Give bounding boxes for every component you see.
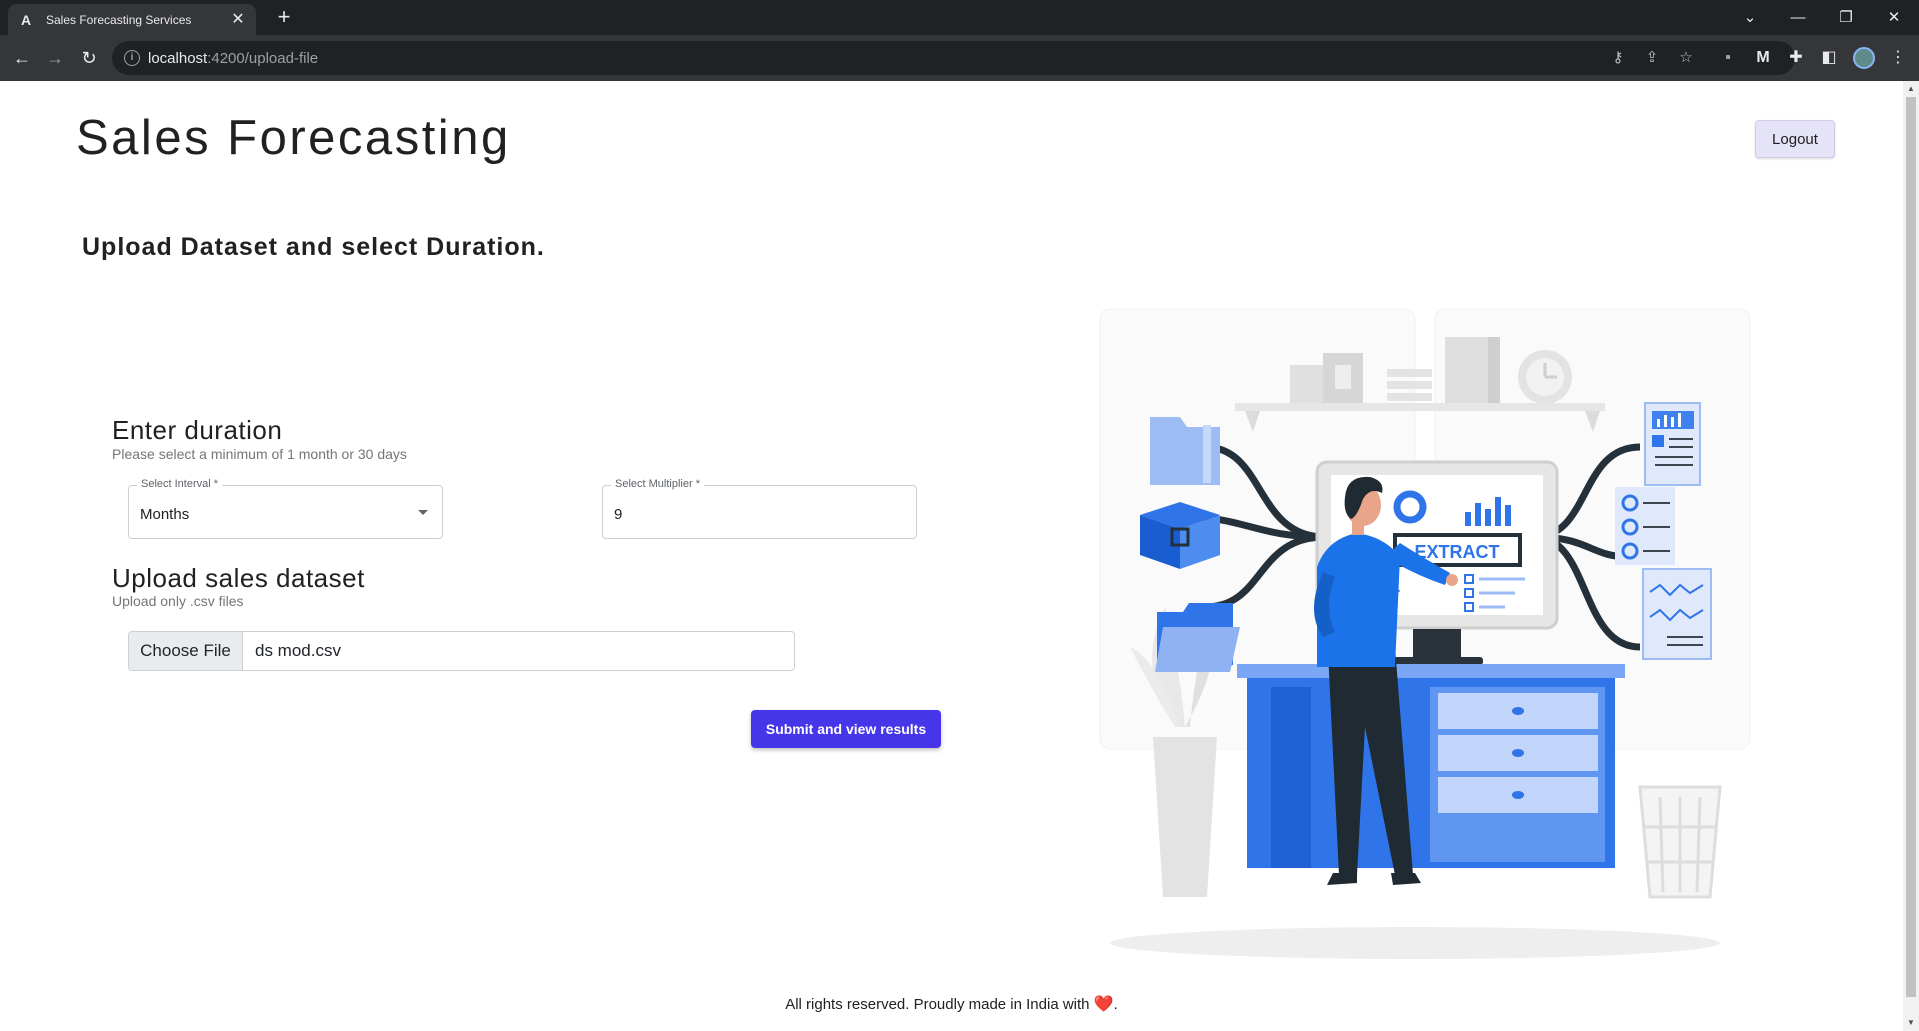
dropdown-arrow-icon <box>418 510 428 515</box>
reload-icon[interactable]: ↻ <box>76 45 102 71</box>
logout-button[interactable]: Logout <box>1755 120 1835 158</box>
page-scrollbar[interactable]: ▲ ▼ <box>1903 81 1919 1031</box>
close-tab-icon[interactable]: ✕ <box>230 11 246 28</box>
browser-toolbar: ← → ↻ i localhost:4200/upload-file ⚷ ⇪ ☆… <box>0 35 1919 81</box>
url-text: localhost:4200/upload-file <box>148 50 319 67</box>
extract-label: EXTRACT <box>1415 542 1500 562</box>
key-icon[interactable]: ⚷ <box>1607 47 1629 69</box>
minimize-icon[interactable]: — <box>1784 6 1812 30</box>
multiplier-input[interactable]: Select Multiplier * 9 <box>602 478 917 539</box>
multiplier-label: Select Multiplier * <box>611 478 704 490</box>
interval-label: Select Interval * <box>137 478 223 490</box>
puzzle-extensions-icon[interactable]: ✚ <box>1783 45 1809 71</box>
browser-tab-bar: A Sales Forecasting Services ✕ + ⌄ — ❐ ✕ <box>0 0 1919 35</box>
selected-file-name: ds mod.csv <box>255 641 341 660</box>
footer-text: All rights reserved. Proudly made in Ind… <box>785 996 1090 1013</box>
file-input[interactable]: Choose File ds mod.csv <box>128 631 795 671</box>
multiplier-value: 9 <box>614 506 623 523</box>
angular-favicon-icon: A <box>20 11 32 28</box>
site-info-icon[interactable]: i <box>124 50 140 66</box>
side-panel-icon[interactable]: ◧ <box>1816 45 1842 71</box>
tab-search-icon[interactable]: ⌄ <box>1736 6 1764 30</box>
bookmark-star-icon[interactable]: ☆ <box>1675 47 1697 69</box>
m-extension-icon[interactable]: M <box>1750 45 1776 71</box>
forward-icon[interactable]: → <box>42 45 68 71</box>
duration-hint: Please select a minimum of 1 month or 30… <box>112 446 407 462</box>
duration-title: Enter duration <box>112 415 283 445</box>
scroll-down-icon[interactable]: ▼ <box>1903 1015 1919 1031</box>
back-icon[interactable]: ← <box>9 45 35 71</box>
scroll-up-icon[interactable]: ▲ <box>1903 81 1919 97</box>
share-icon[interactable]: ⇪ <box>1641 47 1663 69</box>
submit-button[interactable]: Submit and view results <box>751 710 941 748</box>
upload-title: Upload sales dataset <box>112 563 365 593</box>
choose-file-button[interactable]: Choose File <box>129 632 243 670</box>
page-content: Sales Forecasting Logout Upload Dataset … <box>0 81 1903 1031</box>
page-subtitle: Upload Dataset and select Duration. <box>82 233 545 261</box>
interval-value: Months <box>140 506 190 523</box>
new-tab-icon[interactable]: + <box>272 6 296 30</box>
scroll-thumb[interactable] <box>1906 97 1916 997</box>
restore-icon[interactable]: ❐ <box>1832 6 1860 30</box>
profile-avatar[interactable] <box>1853 47 1875 69</box>
data-extract-illustration: EXTRACT <box>1099 308 1751 959</box>
tab-title: Sales Forecasting Services <box>46 12 192 27</box>
menu-kebab-icon[interactable]: ⋮ <box>1885 45 1911 71</box>
browser-tab[interactable]: A Sales Forecasting Services ✕ <box>8 4 256 35</box>
footer: All rights reserved. Proudly made in Ind… <box>0 994 1903 1014</box>
upload-hint: Upload only .csv files <box>112 593 244 609</box>
address-bar[interactable]: i localhost:4200/upload-file ⚷ ⇪ ☆ <box>112 41 1795 75</box>
app-title: Sales Forecasting <box>76 111 511 165</box>
extension-icon[interactable]: ▪ <box>1715 45 1741 71</box>
heart-icon: ❤️ <box>1093 996 1114 1013</box>
close-window-icon[interactable]: ✕ <box>1880 6 1908 30</box>
interval-select[interactable]: Select Interval * Months <box>128 478 443 539</box>
footer-suffix: . <box>1113 996 1118 1013</box>
